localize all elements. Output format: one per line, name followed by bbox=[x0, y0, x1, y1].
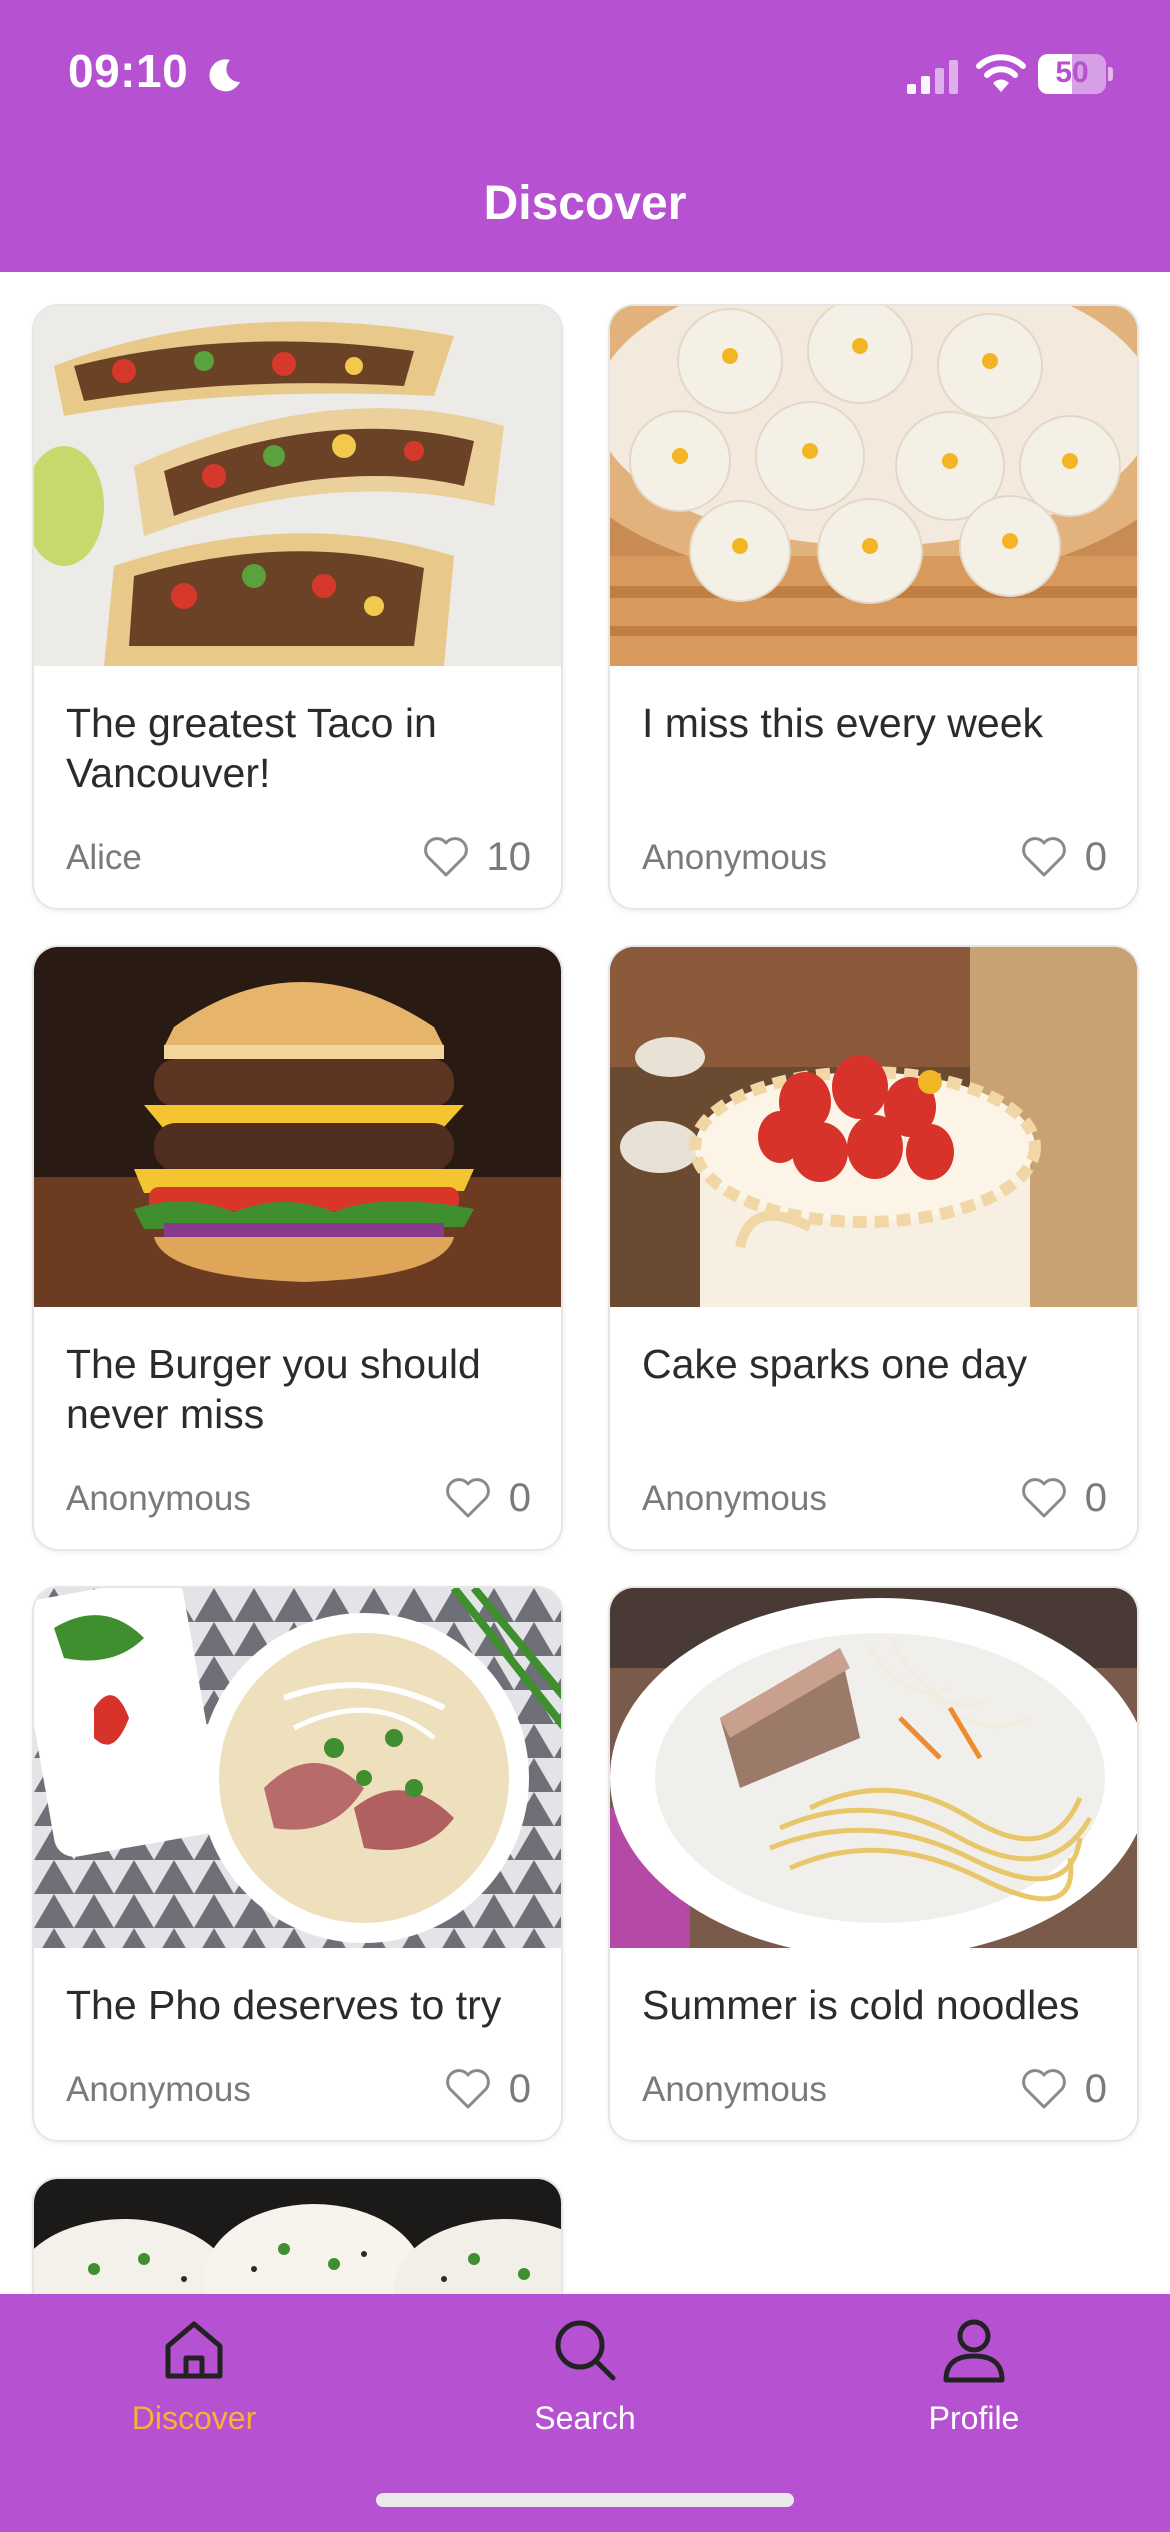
post-title: The Burger you should never miss bbox=[66, 1341, 481, 1437]
post-title: Cake sparks one day bbox=[642, 1341, 1028, 1387]
post-author: Anonymous bbox=[66, 2070, 251, 2109]
like-button[interactable]: 0 bbox=[1021, 834, 1107, 880]
post-title: I miss this every week bbox=[642, 700, 1043, 746]
like-button[interactable]: 0 bbox=[1021, 2066, 1107, 2112]
post-card[interactable]: I miss this every week Anonymous 0 bbox=[608, 304, 1139, 910]
like-button[interactable]: 0 bbox=[445, 1475, 531, 1521]
person-icon bbox=[943, 2319, 1005, 2383]
like-count: 0 bbox=[1084, 2066, 1107, 2111]
post-card[interactable]: The Pho deserves to try Anonymous 0 bbox=[32, 1586, 563, 2142]
post-card[interactable]: Summer is cold noodles Anonymous 0 bbox=[608, 1586, 1139, 2142]
tab-label: Search bbox=[534, 2400, 636, 2436]
soup-dumplings-photo bbox=[610, 306, 1137, 666]
post-card[interactable]: The greatest Taco in Vancouver! Alice 10 bbox=[32, 304, 563, 910]
post-author: Alice bbox=[66, 838, 142, 877]
post-card[interactable]: Cake sparks one day Anonymous 0 bbox=[608, 945, 1139, 1551]
post-author: Anonymous bbox=[642, 1479, 827, 1518]
tab-label: Discover bbox=[131, 2400, 257, 2436]
post-title: Summer is cold noodles bbox=[642, 1982, 1080, 2028]
battery-indicator: 50 bbox=[1038, 54, 1114, 94]
moon-icon bbox=[209, 59, 240, 92]
heart-icon bbox=[1021, 1478, 1066, 1518]
post-title: The greatest Taco in Vancouver! bbox=[66, 700, 437, 796]
tab-search[interactable]: Search bbox=[455, 2314, 715, 2437]
search-icon bbox=[555, 2320, 616, 2381]
tab-label: Profile bbox=[928, 2400, 1020, 2436]
page-title: Discover bbox=[483, 177, 687, 230]
wifi-icon bbox=[976, 54, 1026, 92]
app-header: 09:10 50 Discover bbox=[0, 0, 1170, 272]
tab-discover[interactable]: Discover bbox=[64, 2314, 324, 2437]
like-count: 0 bbox=[1084, 834, 1107, 879]
status-time: 09:10 bbox=[68, 45, 189, 97]
heart-icon bbox=[445, 1478, 490, 1518]
tacos-photo bbox=[34, 306, 561, 666]
pho-photo bbox=[34, 1588, 561, 1948]
like-button[interactable]: 10 bbox=[423, 834, 532, 880]
heart-icon bbox=[1021, 2069, 1066, 2109]
post-title: The Pho deserves to try bbox=[66, 1982, 502, 2028]
home-indicator bbox=[376, 2493, 794, 2507]
strawberry-cake-photo bbox=[610, 947, 1137, 1307]
post-author: Anonymous bbox=[66, 1479, 251, 1518]
cellular-signal-icon bbox=[907, 60, 958, 94]
heart-icon bbox=[423, 837, 468, 877]
post-card[interactable]: The Burger you should never miss Anonymo… bbox=[32, 945, 563, 1551]
home-icon bbox=[165, 2321, 223, 2379]
post-author: Anonymous bbox=[642, 2070, 827, 2109]
tab-profile[interactable]: Profile bbox=[844, 2314, 1104, 2437]
heart-icon bbox=[1021, 837, 1066, 877]
burger-photo bbox=[34, 947, 561, 1307]
cold-noodles-photo bbox=[610, 1588, 1137, 1948]
like-count: 10 bbox=[486, 834, 532, 879]
battery-percent: 50 bbox=[1055, 56, 1089, 89]
like-button[interactable]: 0 bbox=[445, 2066, 531, 2112]
like-count: 0 bbox=[508, 1475, 531, 1520]
like-count: 0 bbox=[1084, 1475, 1107, 1520]
like-count: 0 bbox=[508, 2066, 531, 2111]
post-author: Anonymous bbox=[642, 838, 827, 877]
heart-icon bbox=[445, 2069, 490, 2109]
like-button[interactable]: 0 bbox=[1021, 1475, 1107, 1521]
